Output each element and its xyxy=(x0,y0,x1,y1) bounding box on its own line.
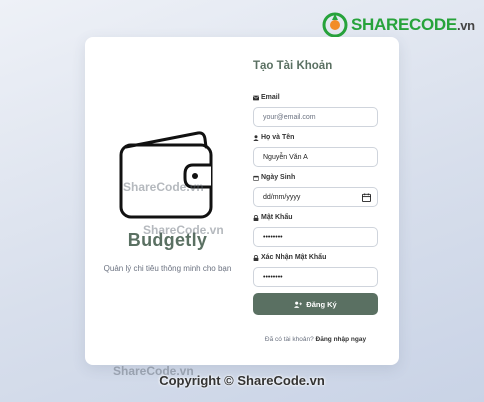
sharecode-logo-icon xyxy=(322,12,348,38)
envelope-icon xyxy=(253,95,259,100)
form-title: Tạo Tài Khoản xyxy=(253,60,333,72)
sharecode-logo-text: SHARECODE.vn xyxy=(351,15,475,34)
brand-panel: Budgetly Quản lý chi tiêu thông minh cho… xyxy=(85,37,250,365)
user-icon xyxy=(253,134,259,141)
lock-icon xyxy=(253,254,259,261)
calendar-picker-icon[interactable] xyxy=(362,193,371,202)
brand-tagline: Quản lý chi tiêu thông minh cho bạn xyxy=(103,264,232,273)
login-link[interactable]: Đăng nhập ngay xyxy=(316,336,367,343)
confirm-password-input[interactable]: •••••••• xyxy=(253,267,378,287)
login-prompt: Đã có tài khoản? Đăng nhập ngay xyxy=(264,336,367,343)
calendar-icon xyxy=(253,175,259,181)
register-button[interactable]: Đăng Ký xyxy=(253,293,378,315)
wallet-icon xyxy=(119,131,213,219)
dob-label: Ngày Sinh xyxy=(253,174,295,181)
copyright-watermark: Copyright © ShareCode.vn xyxy=(159,373,325,388)
lock-icon xyxy=(253,214,259,221)
sharecode-logo: SHARECODE.vn xyxy=(322,12,475,38)
watermark-overlay: ShareCode.vn xyxy=(123,180,204,194)
name-input[interactable]: Nguyễn Văn A xyxy=(253,147,378,167)
register-card: Budgetly Quản lý chi tiêu thông minh cho… xyxy=(85,37,399,365)
password-input[interactable]: •••••••• xyxy=(253,227,378,247)
email-label: Email xyxy=(253,94,280,101)
user-plus-icon xyxy=(294,301,303,308)
watermark-overlay: ShareCode.vn xyxy=(143,223,224,237)
confirm-password-label: Xác Nhận Mật Khẩu xyxy=(253,254,326,261)
name-label: Họ và Tên xyxy=(253,134,294,141)
dob-input[interactable]: dd/mm/yyyy xyxy=(253,187,378,207)
password-label: Mật Khẩu xyxy=(253,214,293,221)
email-input[interactable]: your@email.com xyxy=(253,107,378,127)
